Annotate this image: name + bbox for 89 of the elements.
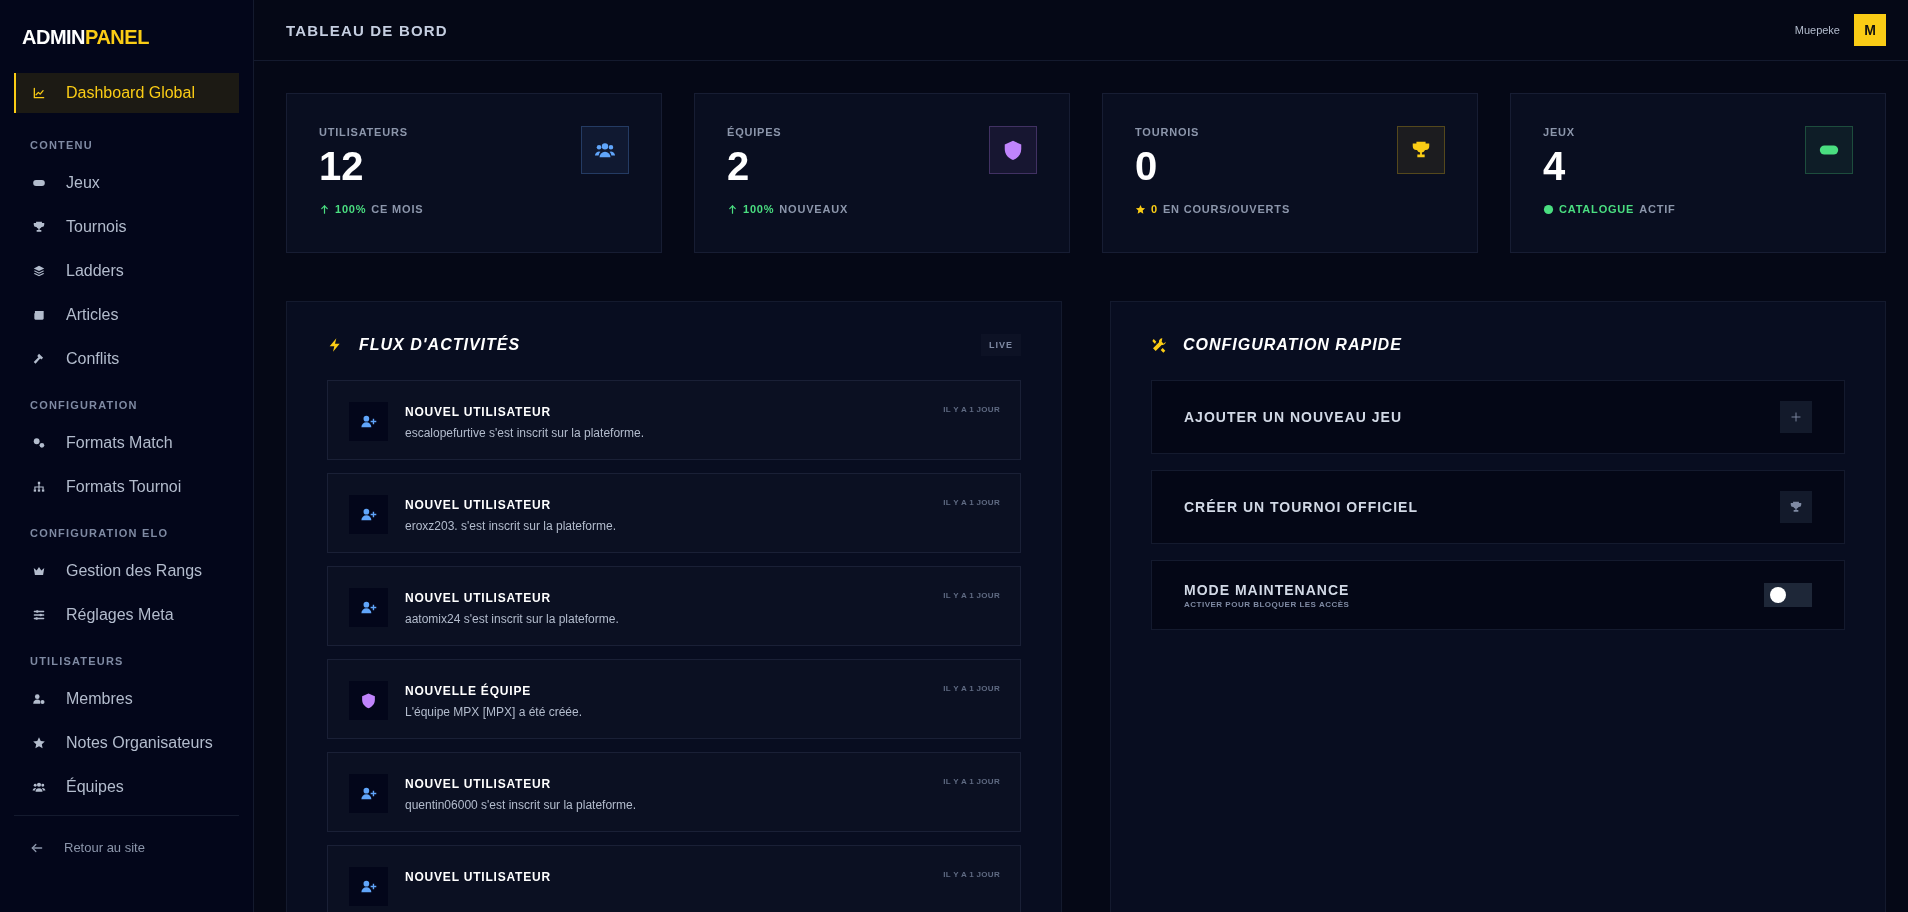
nav-item[interactable]: Équipes bbox=[14, 765, 239, 809]
nav-item[interactable]: Notes Organisateurs bbox=[14, 721, 239, 765]
hierarchy-icon bbox=[32, 480, 46, 494]
activity-text: eroxz203. s'est inscrit sur la plateforme. bbox=[405, 519, 618, 533]
nav-item[interactable]: Ladders bbox=[14, 249, 239, 293]
user-plus-icon bbox=[360, 878, 377, 895]
layers-icon bbox=[32, 264, 46, 278]
back-link[interactable]: Retour au site bbox=[14, 816, 239, 879]
sliders-icon bbox=[32, 608, 46, 622]
nav-item[interactable]: Formats Tournoi bbox=[14, 465, 239, 509]
toggle-switch[interactable] bbox=[1764, 583, 1812, 607]
activity-time: IL Y A 1 JOUR bbox=[943, 497, 1000, 507]
stat-label: ÉQUIPES bbox=[727, 126, 782, 138]
section-heading: CONFIGURATION bbox=[29, 398, 139, 413]
stat-change: 100% bbox=[335, 203, 367, 215]
star-icon bbox=[32, 736, 46, 750]
section-heading: UTILISATEURS bbox=[29, 654, 125, 669]
plus-icon bbox=[1789, 410, 1803, 424]
trophy-icon bbox=[32, 220, 46, 234]
stat-value: 0 bbox=[1135, 144, 1159, 189]
stat-change: 100% bbox=[743, 203, 775, 215]
section-heading: CONTENU bbox=[29, 138, 94, 153]
activity-text: escalopefurtive s'est inscrit sur la plateforme. bbox=[405, 426, 646, 440]
panel-title: FLUX D'ACTIVITÉS bbox=[359, 336, 521, 354]
activity-title: NOUVEL UTILISATEUR bbox=[405, 498, 552, 512]
stat-value: 12 bbox=[319, 144, 365, 189]
live-badge: LIVE bbox=[981, 334, 1021, 356]
avatar[interactable]: M bbox=[1854, 14, 1886, 46]
stat-label: UTILISATEURS bbox=[319, 126, 408, 138]
nav-item[interactable]: Tournois bbox=[14, 205, 239, 249]
activity-time: IL Y A 1 JOUR bbox=[943, 869, 1000, 879]
stat-value: 2 bbox=[727, 144, 751, 189]
tools-icon bbox=[1151, 337, 1167, 353]
nav-item[interactable]: Jeux bbox=[14, 161, 239, 205]
config-label: CRÉER UN TOURNOI OFFICIEL bbox=[1184, 499, 1418, 515]
config-row[interactable]: MODE MAINTENANCE ACTIVER POUR BLOQUER LES ACCÈS bbox=[1151, 560, 1845, 630]
stat-caption: ACTIF bbox=[1639, 203, 1676, 215]
stat-caption: EN COURS/OUVERTS bbox=[1162, 203, 1290, 215]
star-icon bbox=[1135, 203, 1146, 215]
user-plus-icon bbox=[360, 599, 377, 616]
config-hint: ACTIVER POUR BLOQUER LES ACCÈS bbox=[1184, 599, 1350, 609]
nav-item[interactable]: Dashboard Global bbox=[14, 73, 239, 113]
config-row[interactable]: AJOUTER UN NOUVEAU JEU bbox=[1151, 380, 1845, 454]
activity-title: NOUVEL UTILISATEUR bbox=[405, 777, 552, 791]
trophy-icon bbox=[1789, 500, 1803, 514]
line-chart-icon bbox=[32, 86, 46, 100]
stat-value: 4 bbox=[1543, 144, 1567, 189]
arrow-up-icon bbox=[319, 203, 330, 215]
action-button[interactable] bbox=[1780, 491, 1812, 523]
shield-icon bbox=[1002, 139, 1024, 161]
page-title: TABLEAU DE BORD bbox=[286, 21, 448, 39]
config-label: MODE MAINTENANCE bbox=[1184, 581, 1350, 598]
logo-text: PANEL bbox=[85, 26, 149, 48]
user-plus-icon bbox=[360, 785, 377, 802]
user-name: Muepeke bbox=[1794, 24, 1840, 36]
user-plus-icon bbox=[360, 506, 377, 523]
activity-title: NOUVEL UTILISATEUR bbox=[405, 405, 552, 419]
stat-label: TOURNOIS bbox=[1135, 126, 1200, 138]
activity-text: aatomix24 s'est inscrit sur la plateforme. bbox=[405, 612, 620, 626]
stat-change: 0 bbox=[1151, 203, 1158, 215]
panel-title: CONFIGURATION RAPIDE bbox=[1183, 336, 1402, 354]
activity-time: IL Y A 1 JOUR bbox=[943, 590, 1000, 600]
nav-item[interactable]: Gestion des Rangs bbox=[14, 549, 239, 593]
activity-title: NOUVELLE ÉQUIPE bbox=[405, 684, 533, 698]
stat-caption: NOUVEAUX bbox=[779, 203, 849, 215]
activity-text: quentin06000 s'est inscrit sur la plateforme. bbox=[405, 798, 638, 812]
user-plus-icon bbox=[360, 413, 377, 430]
activity-text: L'équipe MPX [MPX] a été créée. bbox=[405, 705, 584, 719]
arrow-up-icon bbox=[727, 203, 738, 215]
config-label: AJOUTER UN NOUVEAU JEU bbox=[1184, 409, 1403, 425]
config-row[interactable]: CRÉER UN TOURNOI OFFICIEL bbox=[1151, 470, 1845, 544]
hammer-icon bbox=[32, 352, 46, 366]
activity-time: IL Y A 1 JOUR bbox=[943, 776, 1000, 786]
stat-label: JEUX bbox=[1543, 126, 1575, 138]
nav-item[interactable]: Articles bbox=[14, 293, 239, 337]
logo-text: ADMIN bbox=[22, 26, 86, 48]
section-heading: CONFIGURATION ELO bbox=[29, 526, 170, 541]
nav-item[interactable]: Membres bbox=[14, 677, 239, 721]
stat-change: CATALOGUE bbox=[1559, 203, 1635, 215]
nav-item[interactable]: Réglages Meta bbox=[14, 593, 239, 637]
stat-caption: CE MOIS bbox=[371, 203, 424, 215]
activity-time: IL Y A 1 JOUR bbox=[943, 683, 1000, 693]
activity-title: NOUVEL UTILISATEUR bbox=[405, 870, 552, 884]
activity-time: IL Y A 1 JOUR bbox=[943, 404, 1000, 414]
nav-item[interactable]: Conflits bbox=[14, 337, 239, 381]
shield-icon bbox=[360, 692, 377, 709]
nav-item[interactable]: Formats Match bbox=[14, 421, 239, 465]
users-icon bbox=[32, 780, 46, 794]
activity-title: NOUVEL UTILISATEUR bbox=[405, 591, 552, 605]
